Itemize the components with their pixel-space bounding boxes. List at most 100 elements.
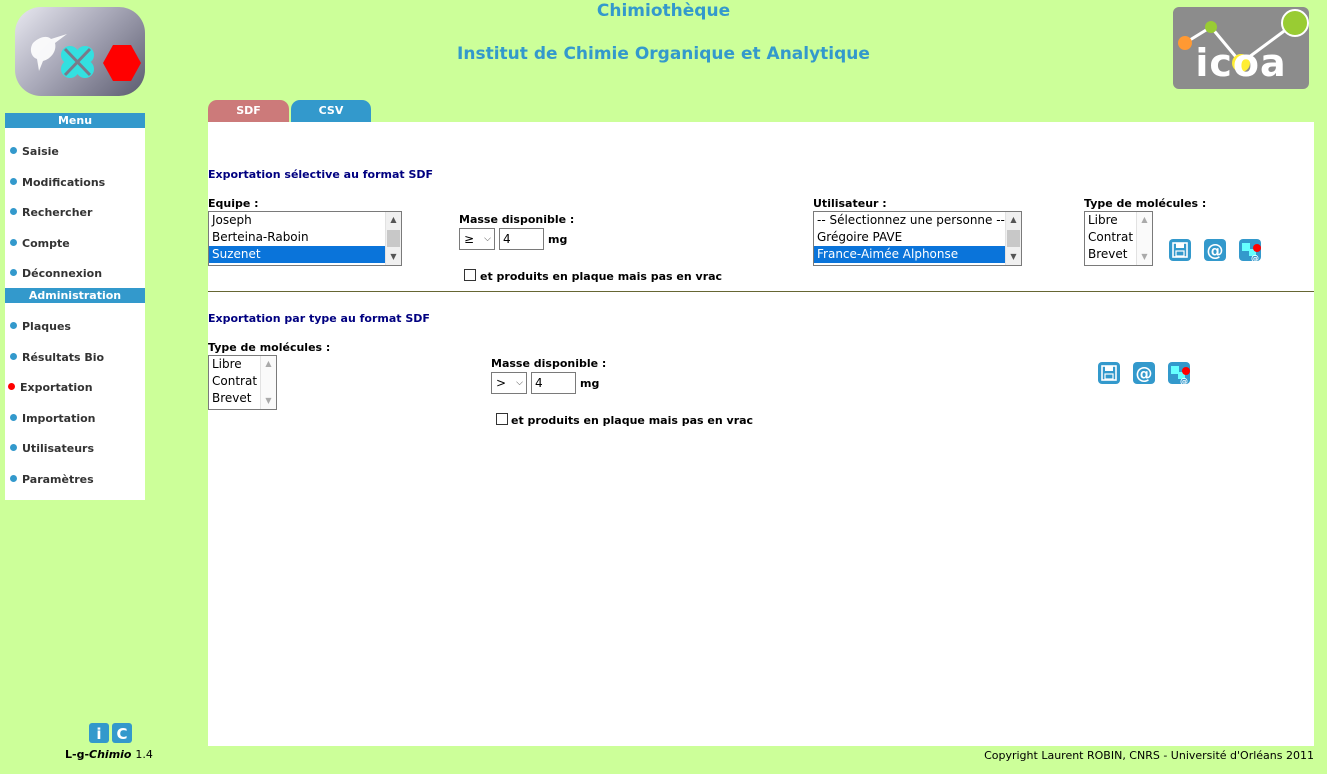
bullet-icon [10,269,17,276]
team-label: Equipe : [208,197,259,210]
type-mass-operator-value: > [496,376,507,390]
version-prefix: L-g- [65,748,90,761]
bullet-icon [10,178,17,185]
bullet-icon [10,444,17,451]
svg-text:@: @ [1207,241,1224,261]
save-icon[interactable] [1169,239,1191,261]
plate-checkbox[interactable] [464,269,476,281]
menu-header: Menu [5,113,145,128]
sidebar-item-label: Saisie [22,145,59,158]
chemistry-email-icon[interactable]: @ [1168,362,1190,386]
svg-text:C: C [116,725,127,743]
mass-unit: mg [548,233,568,246]
sidebar-item-saisie[interactable]: Saisie [10,145,59,158]
sidebar-item-parametres[interactable]: Paramètres [10,473,94,486]
sidebar: Menu Saisie Modifications Rechercher Com… [5,113,145,500]
icoa-logo-text: icoa [1195,41,1287,85]
scroll-up-icon[interactable]: ▲ [1006,212,1021,228]
scroll-down-icon[interactable]: ▼ [261,393,276,409]
sidebar-item-resultats-bio[interactable]: Résultats Bio [10,351,104,364]
save-icon[interactable] [1098,362,1120,384]
info-icon[interactable]: i [89,723,109,746]
mass-operator-select[interactable]: ≥ ⌵ [459,228,495,250]
type-mass-value-input[interactable]: 4 [531,372,576,394]
molecule-type-scrollbar[interactable]: ▲ ▼ [1136,212,1152,265]
copyright-c-icon[interactable]: C [112,723,132,746]
scroll-down-icon[interactable]: ▼ [386,249,401,265]
type-plate-checkbox[interactable] [496,413,508,425]
svg-text:i: i [96,725,101,743]
scroll-up-icon[interactable]: ▲ [261,356,276,372]
molecule-type-label: Type de molécules : [1084,197,1207,210]
type-molecule-type-listbox[interactable]: Libre Contrat Brevet ▲ ▼ [208,355,277,410]
bullet-icon [10,353,17,360]
user-option[interactable]: Grégoire PAVE [814,229,1021,246]
sidebar-item-label: Exportation [20,381,93,394]
plate-checkbox-label: et produits en plaque mais pas en vrac [480,270,723,283]
scroll-down-icon[interactable]: ▼ [1137,249,1152,265]
scroll-up-icon[interactable]: ▲ [1137,212,1152,228]
chevron-down-icon: ⌵ [484,234,491,244]
selective-export-title: Exportation sélective au format SDF [208,168,434,181]
mass-value-input[interactable]: 4 [499,228,544,250]
bullet-icon [10,322,17,329]
user-option-selected[interactable]: France-Aimée Alphonse [814,246,1005,263]
sidebar-item-exportation[interactable]: Exportation [8,381,93,394]
chemistry-email-icon[interactable]: @ [1239,239,1261,263]
sidebar-item-label: Déconnexion [22,267,103,280]
scroll-down-icon[interactable]: ▼ [1006,249,1021,265]
user-listbox-scrollbar[interactable]: ▲ ▼ [1005,212,1021,265]
sidebar-item-deconnexion[interactable]: Déconnexion [10,267,102,280]
bullet-icon [10,208,17,215]
svg-text:@: @ [1251,254,1259,263]
sidebar-item-importation[interactable]: Importation [10,412,96,425]
sidebar-item-label: Rechercher [22,206,93,219]
sidebar-item-label: Modifications [22,176,106,189]
copyright-text: Copyright Laurent ROBIN, CNRS - Universi… [984,749,1314,762]
user-label: Utilisateur : [813,197,887,210]
type-mass-label: Masse disponible : [491,357,607,370]
tab-sdf[interactable]: SDF [208,100,289,122]
type-plate-checkbox-label: et produits en plaque mais pas en vrac [511,414,754,427]
sidebar-item-modifications[interactable]: Modifications [10,176,105,189]
team-option[interactable]: Joseph [209,212,401,229]
administration-header: Administration [5,288,145,303]
type-molecule-type-label: Type de molécules : [208,341,331,354]
team-listbox[interactable]: Joseph Berteina-Raboin Suzenet ▲ ▼ [208,211,402,266]
active-bullet-icon [8,383,15,390]
sidebar-item-label: Utilisateurs [22,442,94,455]
app-title: Chimiothèque [596,1,731,21]
sidebar-item-label: Importation [22,412,96,425]
team-listbox-scrollbar[interactable]: ▲ ▼ [385,212,401,265]
scrollbar-thumb[interactable] [1007,230,1020,247]
scrollbar-thumb[interactable] [387,230,400,247]
sidebar-item-label: Plaques [22,320,71,333]
type-molecule-type-scrollbar[interactable]: ▲ ▼ [260,356,276,409]
mass-operator-value: ≥ [464,232,475,246]
institute-title: Institut de Chimie Organique et Analytiq… [457,44,870,64]
sidebar-item-label: Paramètres [22,473,94,486]
email-icon[interactable]: @ [1204,239,1226,261]
sidebar-item-utilisateurs[interactable]: Utilisateurs [10,442,94,455]
chevron-down-icon: ⌵ [516,378,523,388]
user-listbox[interactable]: -- Sélectionnez une personne -- Grégoire… [813,211,1022,266]
sidebar-item-compte[interactable]: Compte [10,237,70,250]
team-option[interactable]: Berteina-Raboin [209,229,401,246]
user-option[interactable]: -- Sélectionnez une personne -- [814,212,1021,229]
icoa-logo: icoa [1173,7,1309,89]
version-label: L-g-Chimio 1.4 [65,748,153,761]
team-option-selected[interactable]: Suzenet [209,246,385,263]
scroll-up-icon[interactable]: ▲ [386,212,401,228]
tab-csv[interactable]: CSV [291,100,371,122]
email-icon[interactable]: @ [1133,362,1155,384]
bullet-icon [10,147,17,154]
svg-text:@: @ [1136,364,1153,384]
svg-text:@: @ [1180,377,1188,386]
type-mass-operator-select[interactable]: > ⌵ [491,372,527,394]
type-mass-unit: mg [580,377,600,390]
bullet-icon [10,475,17,482]
sidebar-item-label: Résultats Bio [22,351,105,364]
sidebar-item-rechercher[interactable]: Rechercher [10,206,92,219]
molecule-type-listbox[interactable]: Libre Contrat Brevet ▲ ▼ [1084,211,1153,266]
sidebar-item-plaques[interactable]: Plaques [10,320,71,333]
